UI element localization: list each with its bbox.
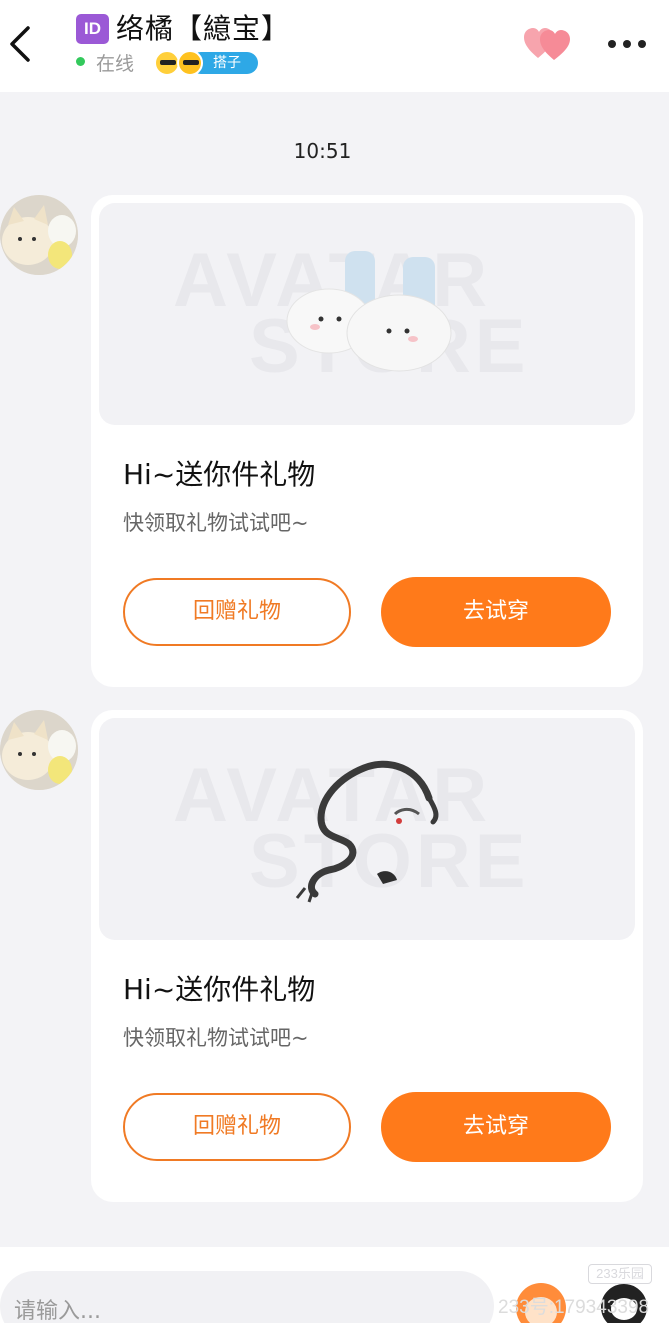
gift-message-card: AVATAR STORE Hi~送你件礼物 快领取礼物试试吧~ 回赠礼物 去试穿 [91,195,643,687]
chat-header: ID 络橘【繶宝】 在线 搭子 [0,0,669,92]
return-gift-button[interactable]: 回赠礼物 [123,578,351,646]
contact-name[interactable]: 络橘【繶宝】 [116,10,290,48]
try-on-button[interactable]: 去试穿 [381,577,611,647]
message-timestamp: 10:51 [293,139,352,163]
double-heart-icon [524,28,570,60]
dragon-icon [295,760,439,903]
star-eyes-emoji-icon [177,50,203,76]
user-id-watermark: 233号:179343398 [498,1297,650,1318]
more-dot-icon [638,40,646,48]
intimacy-button[interactable] [522,26,572,62]
online-status-text: 在线 [96,53,135,75]
input-placeholder: 请输入... [14,1299,101,1323]
cat-avatar-icon [0,195,78,275]
return-gift-button[interactable]: 回赠礼物 [123,1093,351,1161]
store-watermark: 233乐园 [588,1264,652,1284]
gift-title: Hi~送你件礼物 [123,973,316,1006]
gift-subtitle: 快领取礼物试试吧~ [123,1026,309,1050]
id-badge: ID [76,14,109,44]
online-status-dot [76,57,85,66]
sender-avatar[interactable] [0,710,78,790]
gift-title: Hi~送你件礼物 [123,458,316,491]
cat-avatar-icon [0,710,78,790]
try-on-button[interactable]: 去试穿 [381,1092,611,1162]
chevron-left-icon [10,26,30,62]
gift-message-card: AVATAR STORE Hi~送你件礼物 快领取礼物试试吧~ 回赠礼物 去试穿 [91,710,643,1202]
gift-item-image[interactable]: AVATAR STORE [99,203,635,425]
more-options-button[interactable] [604,28,650,60]
slippers-icon [286,251,452,372]
back-button[interactable] [4,22,40,66]
sender-avatar[interactable] [0,195,78,275]
gift-item-image[interactable]: AVATAR STORE [99,718,635,940]
gift-subtitle: 快领取礼物试试吧~ [123,511,309,535]
more-dot-icon [623,40,631,48]
more-dot-icon [608,40,616,48]
